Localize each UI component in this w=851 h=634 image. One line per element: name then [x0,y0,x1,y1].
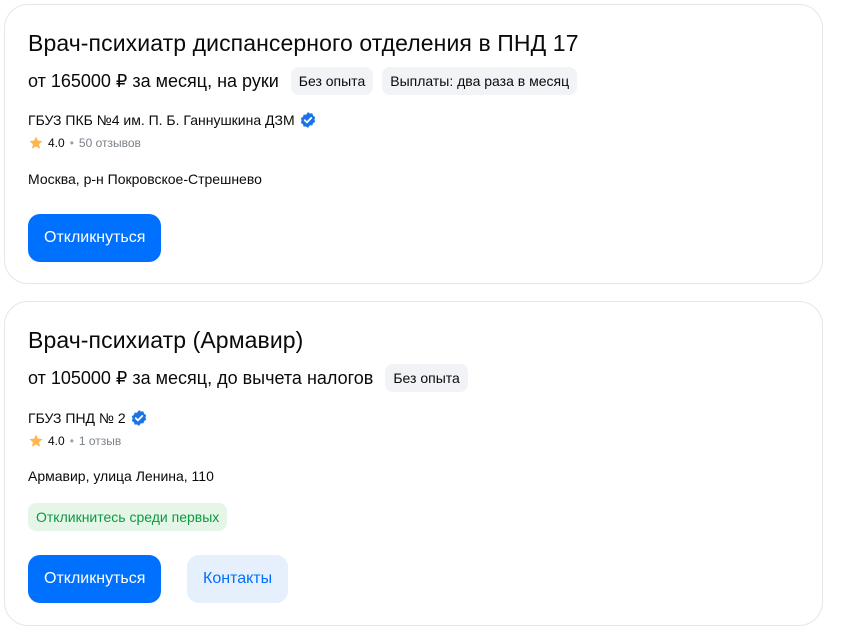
early-response-badge: Откликнитесь среди первых [28,503,228,531]
experience-tag: Без опыта [290,67,374,95]
company-row: ГБУЗ ПКБ №4 им. П. Б. Ганнушкина ДЗМ [28,111,317,129]
experience-tag: Без опыта [385,364,468,392]
salary-row: от 165000 ₽ за месяц, на руки Без опыта … [28,67,578,95]
rating-row[interactable]: 4.0 • 1 отзыв [28,433,121,449]
rating-value: 4.0 [48,434,65,448]
vacancy-card[interactable]: Врач-психиатр диспансерного отделения в … [4,4,823,284]
company-row: ГБУЗ ПНД № 2 [28,409,148,427]
vacancy-card[interactable]: Врач-психиатр (Армавир) от 105000 ₽ за м… [4,301,823,626]
company-name[interactable]: ГБУЗ ПНД № 2 [28,410,126,426]
respond-button[interactable]: Откликнуться [28,555,162,603]
star-icon [29,136,43,149]
star-icon [29,434,43,447]
vacancy-title[interactable]: Врач-психиатр диспансерного отделения в … [28,30,579,57]
rating-value: 4.0 [48,136,65,150]
salary: от 105000 ₽ за месяц, до вычета налогов [28,367,374,388]
separator-dot: • [69,434,74,448]
rating-row[interactable]: 4.0 • 50 отзывов [28,135,141,151]
verified-check-icon [131,410,146,426]
company-name[interactable]: ГБУЗ ПКБ №4 им. П. Б. Ганнушкина ДЗМ [28,112,295,128]
address: Москва, р-н Покровское-Стрешнево [28,171,262,187]
vacancy-title[interactable]: Врач-психиатр (Армавир) [28,327,303,354]
contacts-button[interactable]: Контакты [187,555,289,603]
payment-tag: Выплаты: два раза в месяц [382,67,578,95]
separator-dot: • [69,136,74,150]
address: Армавир, улица Ленина, 110 [28,468,214,484]
reviews-count[interactable]: 1 отзыв [79,434,121,448]
verified-check-icon [300,112,315,128]
salary: от 165000 ₽ за месяц, на руки [28,70,279,91]
respond-button[interactable]: Откликнуться [28,214,162,262]
reviews-count[interactable]: 50 отзывов [79,136,141,150]
salary-row: от 105000 ₽ за месяц, до вычета налогов … [28,364,468,392]
